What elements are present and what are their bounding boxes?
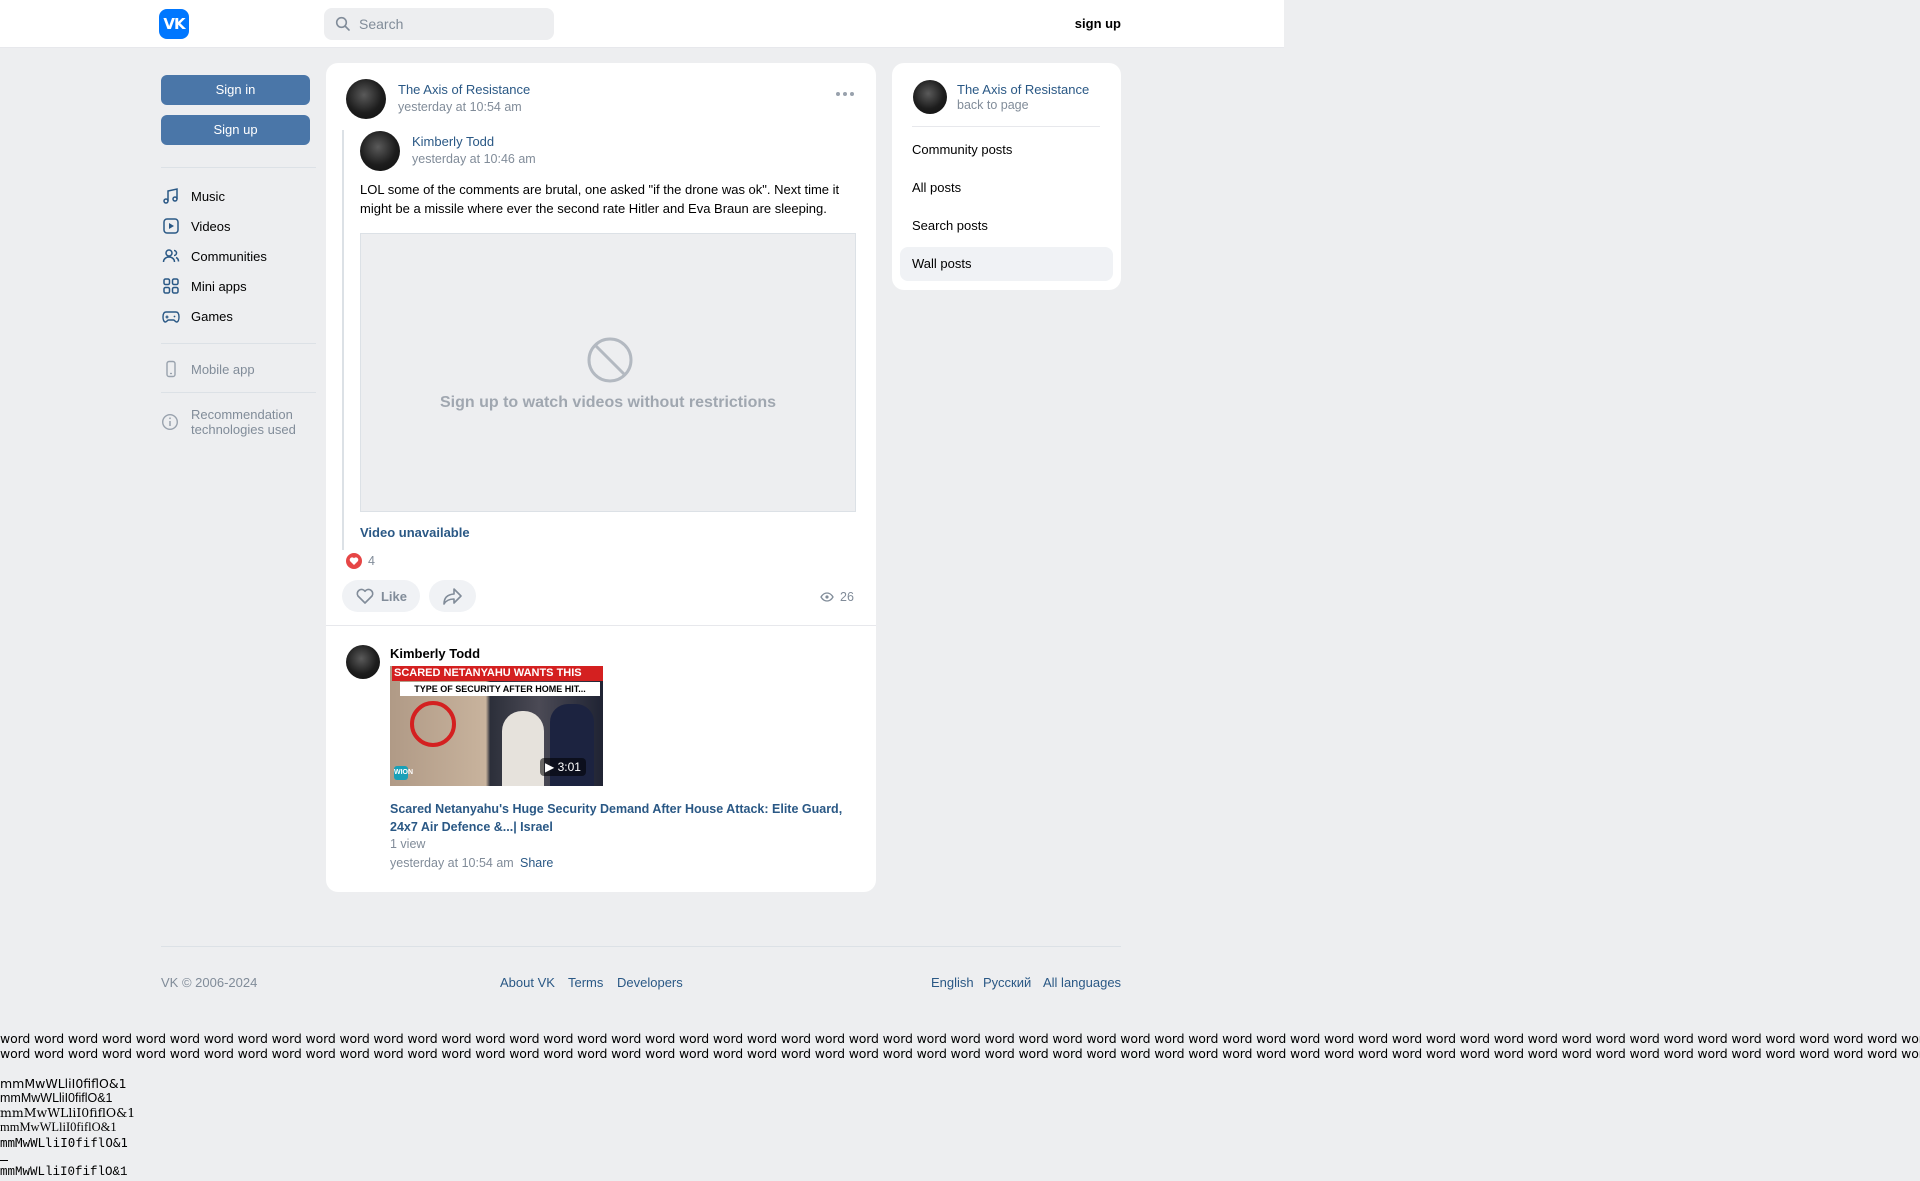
footer-lang-russian[interactable]: Русский: [983, 975, 1031, 990]
video-title-link[interactable]: Scared Netanyahu's Huge Security Demand …: [390, 800, 860, 836]
community-name-link[interactable]: The Axis of Resistance: [957, 82, 1089, 97]
footer-lang-english[interactable]: English: [931, 975, 974, 990]
search-box[interactable]: [324, 8, 554, 40]
sidebar-item-label: Communities: [191, 248, 267, 264]
glyph-test-line: mmMwWLliI0fiflO&1: [0, 1076, 127, 1091]
likes-count: 4: [368, 554, 375, 568]
repost-author-avatar[interactable]: [360, 131, 400, 171]
sign-in-button[interactable]: Sign in: [161, 75, 310, 105]
thumbnail-circle: [410, 701, 456, 747]
sidebar-divider: [161, 392, 316, 393]
header-signup-link[interactable]: sign up: [1060, 16, 1121, 31]
sidebar-item-communities[interactable]: Communities: [161, 244, 316, 268]
glyph-test-line: mmMwWLliI0fiflO&1: [0, 1091, 113, 1105]
thumbnail-figure: [502, 711, 544, 786]
eye-icon: [820, 592, 834, 602]
thumbnail-banner: SCARED NETANYAHU WANTS THIS: [392, 666, 603, 681]
channel-logo: WION: [394, 766, 413, 780]
grid-icon: [161, 276, 181, 296]
video-unavailable-link[interactable]: Video unavailable: [360, 525, 470, 540]
sidebar-divider: [161, 167, 316, 168]
video-author-avatar[interactable]: [346, 645, 380, 679]
card-divider: [326, 625, 876, 626]
footer-developers-link[interactable]: Developers: [617, 975, 683, 990]
back-to-page-link[interactable]: back to page: [957, 98, 1029, 112]
footer-copyright[interactable]: VK © 2006-2024: [161, 975, 257, 990]
thumbnail-subbanner: TYPE OF SECURITY AFTER HOME HIT...: [400, 682, 600, 696]
video-share-link[interactable]: Share: [520, 856, 553, 870]
footer-terms-link[interactable]: Terms: [568, 975, 603, 990]
sidebar-item-music[interactable]: Music: [161, 184, 316, 208]
underline-mark: [0, 1160, 8, 1161]
video-author-name[interactable]: Kimberly Todd: [390, 646, 480, 661]
sidebar-item-label: Videos: [191, 218, 231, 234]
post-author-name[interactable]: The Axis of Resistance: [398, 82, 530, 97]
video-duration: ▶ 3:01: [540, 758, 586, 776]
video-placeholder[interactable]: Sign up to watch videos without restrict…: [360, 233, 856, 512]
post-text: LOL some of the comments are brutal, one…: [360, 182, 840, 216]
search-icon: [335, 16, 350, 31]
sidebar-item-mobile-app[interactable]: Mobile app: [161, 357, 316, 381]
repost-time[interactable]: yesterday at 10:46 am: [412, 152, 536, 166]
footer-all-languages[interactable]: All languages: [1043, 975, 1121, 990]
blocked-icon: [587, 337, 633, 383]
users-icon: [161, 246, 181, 266]
panel-item-all-posts[interactable]: All posts: [900, 171, 1113, 205]
more-options-icon[interactable]: [836, 89, 858, 99]
sidebar-item-label: Mobile app: [191, 361, 255, 377]
video-duration-text: 3:01: [557, 760, 581, 774]
panel-item-wall-posts[interactable]: Wall posts: [900, 247, 1113, 281]
sidebar-item-label: Mini apps: [191, 278, 247, 294]
sidebar-item-label: Games: [191, 308, 233, 324]
vk-logo[interactable]: VK: [159, 9, 189, 39]
word-test-line: word word word word word word word word …: [0, 1031, 1920, 1046]
gamepad-icon: [161, 306, 181, 326]
panel-item-search-posts[interactable]: Search posts: [900, 209, 1113, 243]
top-bar: VK sign up: [0, 0, 1284, 48]
sidebar-item-mini-apps[interactable]: Mini apps: [161, 274, 316, 298]
community-avatar[interactable]: [913, 80, 947, 114]
post-card: The Axis of Resistance yesterday at 10:5…: [326, 63, 876, 892]
post-time[interactable]: yesterday at 10:54 am: [398, 100, 522, 114]
wall-nav-panel: The Axis of Resistance back to page Comm…: [892, 63, 1121, 290]
video-restriction-message: Sign up to watch videos without restrict…: [439, 394, 777, 411]
video-time: yesterday at 10:54 am: [390, 856, 514, 870]
repost-line: [342, 130, 344, 550]
sidebar-divider: [161, 343, 316, 344]
reactions-summary[interactable]: 4: [346, 553, 375, 569]
panel-item-community-posts[interactable]: Community posts: [900, 133, 1113, 167]
repost-author-name[interactable]: Kimberly Todd: [412, 134, 494, 149]
glyph-test-line: mmMwWLliI0fiflO&1: [0, 1105, 136, 1120]
glyph-test-line: mmMwWLliI0fiflO&1: [0, 1135, 128, 1150]
video-views: 1 view: [390, 837, 426, 851]
info-icon: [161, 413, 181, 433]
heart-outline-icon: [356, 588, 374, 604]
glyph-test-line: mmMwWLliI0fiflO&1: [0, 1165, 128, 1179]
video-thumbnail[interactable]: SCARED NETANYAHU WANTS THIS TYPE OF SECU…: [390, 666, 603, 786]
panel-divider: [912, 126, 1100, 127]
video-icon: [161, 216, 181, 236]
like-label: Like: [380, 588, 407, 604]
footer-divider: [161, 946, 1121, 947]
sidebar-item-games[interactable]: Games: [161, 304, 316, 328]
share-arrow-icon: [442, 588, 462, 605]
views-count: 26: [840, 590, 854, 604]
glyph-test-line: mmMwWLliI0fiflO&1: [0, 1120, 117, 1134]
views-counter: 26: [820, 590, 854, 604]
phone-icon: [161, 359, 181, 379]
recommendation-label: Recommendation technologies used: [191, 407, 296, 437]
heart-icon: [346, 553, 362, 569]
word-test-line: word word word word word word word word …: [0, 1046, 1920, 1061]
sign-up-button[interactable]: Sign up: [161, 115, 310, 145]
footer-about-link[interactable]: About VK: [500, 975, 555, 990]
post-author-avatar[interactable]: [346, 79, 386, 119]
like-button[interactable]: Like: [342, 580, 420, 612]
search-input[interactable]: [359, 8, 544, 40]
share-button[interactable]: [429, 580, 476, 612]
music-note-icon: [161, 186, 181, 206]
sidebar-item-label: Music: [191, 188, 225, 204]
sidebar-item-videos[interactable]: Videos: [161, 214, 316, 238]
recommendation-link[interactable]: Recommendation technologies used: [161, 407, 321, 437]
